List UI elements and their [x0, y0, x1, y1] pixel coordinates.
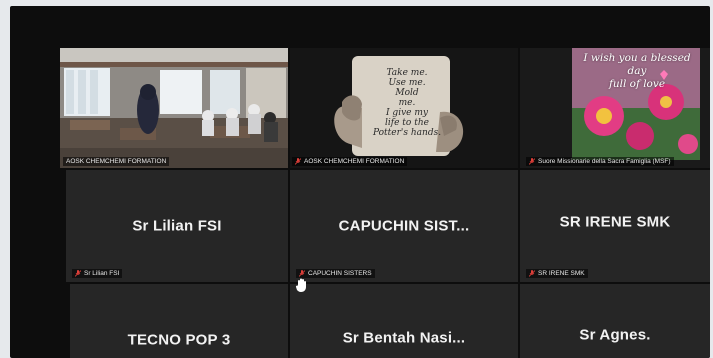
participant-tile-msf[interactable]: I wish you a blessed day full of love Su… [520, 48, 710, 168]
mic-muted-icon [295, 158, 301, 165]
mic-muted-icon [75, 270, 81, 277]
meeting-gallery-view: AOSK CHEMCHEMI FORMATION Take me. Use me… [10, 6, 710, 358]
classroom-video-feed [60, 48, 288, 168]
participant-name-label: Sr Lilian FSI [84, 270, 120, 277]
mic-muted-icon [529, 158, 535, 165]
participant-tile-sr-irene[interactable]: SR IRENE SMK SR IRENE SMK [520, 170, 710, 282]
participant-name-tag: Suore Missionarie della Sacra Famiglia (… [526, 157, 674, 166]
mug-quote-text: Take me. Use me. Mold me. I give my life… [372, 68, 442, 138]
raised-hand-icon [295, 278, 306, 292]
mic-muted-icon [529, 270, 535, 277]
mug-line: Take me. [386, 68, 428, 78]
participant-tile-tecno-pop[interactable]: TECNO POP 3 [70, 284, 288, 358]
participant-name-tag: AOSK CHEMCHEMI FORMATION [63, 157, 170, 166]
mug-line: Potter's hands. [372, 128, 442, 138]
mic-muted-icon [299, 270, 305, 277]
participant-name-label: AOSK CHEMCHEMI FORMATION [304, 158, 405, 165]
participant-tile-aosk-1[interactable]: AOSK CHEMCHEMI FORMATION [60, 48, 288, 168]
participant-tile-sr-agnes[interactable]: Sr Agnes. [520, 284, 710, 358]
participant-tile-capuchin-sisters[interactable]: CAPUCHIN SIST... CAPUCHIN SISTERS [290, 170, 518, 282]
mug-line: me. [398, 98, 416, 108]
participant-display-name: SR IRENE SMK [559, 213, 671, 231]
participant-tile-sr-bentah[interactable]: Sr Bentah Nasi... [290, 284, 518, 358]
mug-line: I give my [386, 108, 428, 118]
participant-display-name: TECNO POP 3 [127, 331, 231, 349]
caption-line: I wish you a blessed day [583, 52, 691, 77]
mug-line: Mold [395, 88, 419, 98]
participant-display-name: Sr Lilian FSI [132, 217, 222, 235]
participant-tile-aosk-2[interactable]: Take me. Use me. Mold me. I give my life… [290, 48, 518, 168]
participant-tile-sr-lilian[interactable]: Sr Lilian FSI Sr Lilian FSI [66, 170, 288, 282]
participant-display-name: CAPUCHIN SIST... [338, 217, 470, 235]
mug-line: Use me. [388, 78, 426, 88]
participant-name-label: Suore Missionarie della Sacra Famiglia (… [538, 158, 671, 165]
caption-line: full of love [608, 78, 666, 90]
participant-name-label: SR IRENE SMK [538, 270, 585, 277]
participant-name-tag: SR IRENE SMK [526, 269, 588, 278]
blessing-caption: I wish you a blessed day full of love [574, 52, 700, 91]
participant-display-name: Sr Agnes. [579, 326, 651, 344]
participant-display-name: Sr Bentah Nasi... [342, 329, 466, 347]
mug-line: life to the [385, 118, 429, 128]
participant-name-tag: Sr Lilian FSI [72, 269, 123, 278]
participant-name-tag: AOSK CHEMCHEMI FORMATION [292, 157, 408, 166]
participant-name-label: CAPUCHIN SISTERS [308, 270, 372, 277]
participant-name-label: AOSK CHEMCHEMI FORMATION [66, 158, 167, 165]
